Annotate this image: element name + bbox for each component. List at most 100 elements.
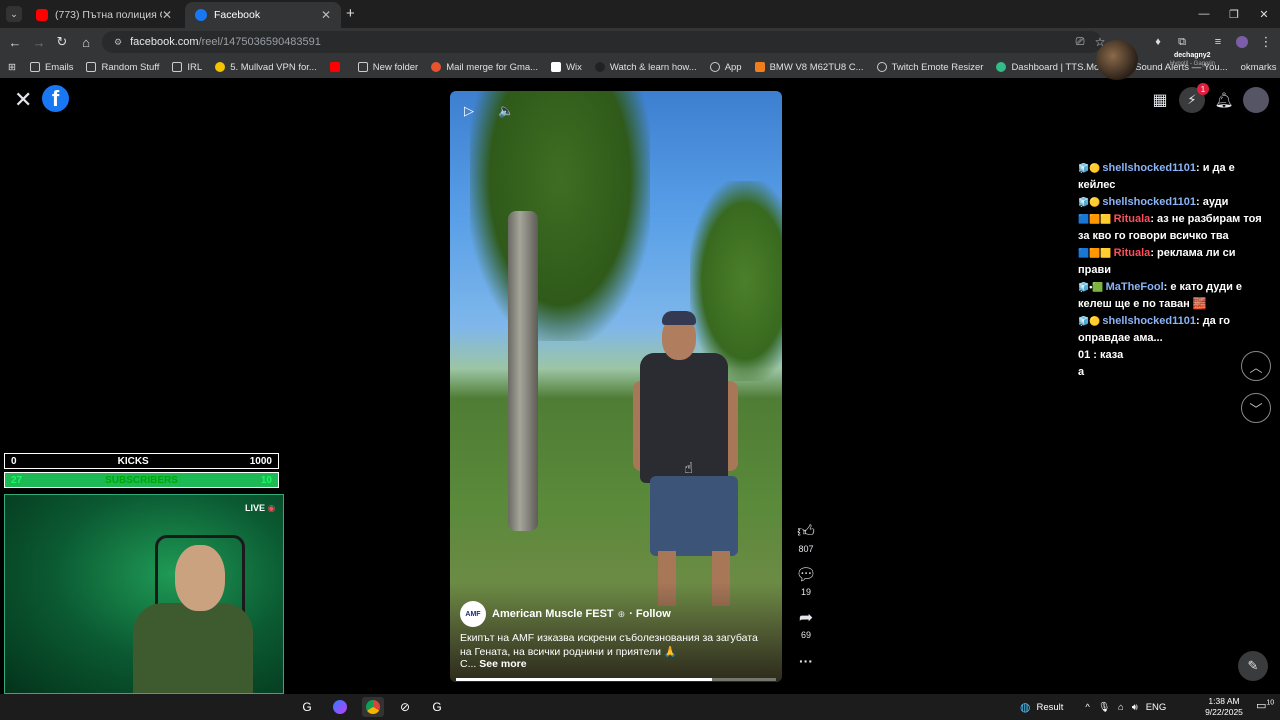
folder-icon: [29, 62, 40, 72]
notification-center-icon[interactable]: ▭10: [1256, 699, 1274, 712]
bookmark-label: Wix: [566, 61, 582, 73]
bookmark-label: Twitch Emote Resizer: [891, 61, 984, 73]
live-dot-icon: ◉: [267, 503, 276, 513]
more-options-icon[interactable]: ···: [790, 653, 822, 669]
dashboard-icon: [996, 62, 1007, 72]
weather-icon[interactable]: ◍: [1020, 700, 1030, 714]
bookmark-wix[interactable]: Wix: [551, 62, 582, 73]
tab-search-icon[interactable]: ⌄: [6, 6, 22, 22]
back-icon[interactable]: ←: [5, 32, 25, 52]
webcam-feed: LIVE ◉: [4, 494, 284, 694]
next-reel-button[interactable]: ﹀: [1241, 393, 1271, 423]
plus-icon[interactable]: +: [346, 5, 355, 22]
thumbs-up-icon: 👍︎: [797, 522, 815, 541]
video-scene: [508, 211, 538, 531]
bookmark-twitch-emote[interactable]: Twitch Emote Resizer: [876, 61, 984, 73]
chrome-icon[interactable]: [362, 697, 384, 717]
avatar[interactable]: [1243, 87, 1269, 113]
mouse-cursor-icon: ☝: [684, 460, 694, 477]
bookmark-emails[interactable]: Emails: [29, 62, 73, 73]
play-icon[interactable]: ▷: [464, 103, 474, 119]
author-avatar[interactable]: AMF: [460, 601, 486, 627]
video-scene: [662, 311, 696, 325]
like-button[interactable]: 👍︎ 807: [790, 522, 822, 554]
subscribers-goal-bar: 27 SUBSCRIBERS 10: [4, 472, 279, 488]
reel-video[interactable]: ▷ 🔈 ☝ AMF American Muscle FEST ⊕ · Follo…: [450, 91, 782, 682]
reload-icon[interactable]: ↻: [52, 32, 72, 52]
app-g-icon[interactable]: G: [296, 697, 318, 717]
globe-icon: ⊕: [617, 608, 626, 619]
close-tab-icon[interactable]: ✕: [162, 8, 172, 22]
chat-badges: 🧊🟡: [1078, 197, 1101, 207]
video-progress-bar[interactable]: [456, 678, 776, 681]
author-name[interactable]: American Muscle FEST: [492, 608, 614, 620]
bookmark-new-folder[interactable]: New folder: [357, 62, 418, 73]
bookmark-mail-merge[interactable]: Mail merge for Gma...: [431, 62, 538, 73]
restore-icon[interactable]: ❐: [1218, 0, 1250, 28]
comment-count: 19: [800, 587, 811, 597]
chat-user: shellshocked1101: [1102, 196, 1196, 208]
comment-icon: 💬︎: [795, 565, 817, 584]
bookmark-watch-learn[interactable]: Watch & learn how...: [594, 62, 697, 73]
site-info-icon[interactable]: ⚙: [114, 37, 122, 48]
close-tab-icon[interactable]: ✕: [321, 8, 331, 22]
tab-youtube[interactable]: (773) Пътна полиция СДВР | П ✕: [26, 2, 182, 28]
home-icon[interactable]: ⌂: [76, 32, 96, 52]
volume-icon[interactable]: 🔈: [498, 103, 514, 119]
tab-facebook[interactable]: Facebook ✕: [185, 2, 341, 28]
webcam-scene: [133, 603, 253, 693]
clock-time: 1:38 AM: [1208, 696, 1240, 706]
obs-icon[interactable]: ⊘: [394, 697, 416, 717]
bookmark-bmw[interactable]: BMW V8 M62TU8 C...: [754, 62, 864, 73]
chat-message: 01 : каза: [1078, 347, 1268, 364]
chevron-up-icon[interactable]: ^: [1085, 702, 1089, 713]
bookmark-mullvad[interactable]: 5. Mullvad VPN for...: [215, 62, 317, 73]
bookmark-dashboard[interactable]: Dashboard | TTS.Mo...: [996, 62, 1107, 73]
chat-text: 01 : каза: [1078, 349, 1124, 361]
kicks-current: 0: [11, 455, 17, 467]
follow-button[interactable]: · Follow: [629, 608, 671, 620]
avatar: [1096, 40, 1138, 80]
live-badge: LIVE ◉: [245, 503, 275, 514]
network-icon[interactable]: ⌂: [1118, 702, 1124, 713]
mullvad-icon: [215, 62, 226, 72]
minimize-icon[interactable]: —: [1188, 0, 1220, 28]
bookmark-youtube[interactable]: [329, 62, 345, 72]
forward-icon[interactable]: →: [29, 32, 49, 52]
close-window-icon[interactable]: ✕: [1248, 0, 1280, 28]
close-icon[interactable]: ✕: [14, 87, 32, 113]
see-more-button[interactable]: See more: [479, 658, 526, 670]
share-icon: ➦: [798, 608, 814, 627]
overlay-subtitle: Hypotil - Gagerin: [1170, 61, 1216, 67]
app-messenger-icon[interactable]: [329, 697, 351, 717]
bookmark-app[interactable]: App: [709, 62, 742, 73]
volume-icon[interactable]: 🔊︎: [1132, 702, 1138, 713]
bookmark-random-stuff[interactable]: Random Stuff: [86, 62, 159, 73]
chat-user: Rituala: [1113, 213, 1151, 225]
mic-icon[interactable]: 🎙︎: [1098, 702, 1110, 713]
apps-icon[interactable]: ⊞: [8, 62, 16, 73]
comment-button[interactable]: 💬︎ 19: [790, 565, 822, 597]
kicks-target: 1000: [249, 455, 272, 467]
address-bar[interactable]: ⚙ facebook.com/reel/1475036590483591: [102, 31, 1102, 53]
webcam-scene: [175, 545, 225, 611]
install-icon[interactable]: ⎚: [1070, 32, 1090, 52]
language-indicator[interactable]: ENG: [1146, 702, 1167, 713]
compose-icon[interactable]: ✎: [1238, 651, 1268, 681]
bookmark-irl[interactable]: IRL: [172, 62, 202, 73]
bookmark-label: Random Stuff: [101, 61, 160, 73]
taskbar-clock[interactable]: 1:38 AM 9/22/2025: [1196, 696, 1252, 718]
chat-message: а: [1078, 364, 1268, 381]
facebook-logo[interactable]: f: [42, 85, 69, 112]
bookmarks-bar: ⊞ Emails Random Stuff IRL 5. Mullvad VPN…: [0, 56, 1280, 78]
chat-text: а: [1078, 366, 1085, 378]
menu-grid-icon[interactable]: ▦: [1147, 87, 1173, 113]
bell-icon[interactable]: 🔔︎: [1211, 87, 1237, 113]
watch-icon: [594, 62, 605, 72]
share-count: 69: [800, 630, 811, 640]
app-g2-icon[interactable]: G: [426, 697, 448, 717]
share-button[interactable]: ➦ 69: [790, 608, 822, 640]
notification-badge: 1: [1197, 83, 1209, 95]
weather-label[interactable]: Result: [1036, 702, 1063, 713]
folder-icon: [172, 62, 183, 72]
